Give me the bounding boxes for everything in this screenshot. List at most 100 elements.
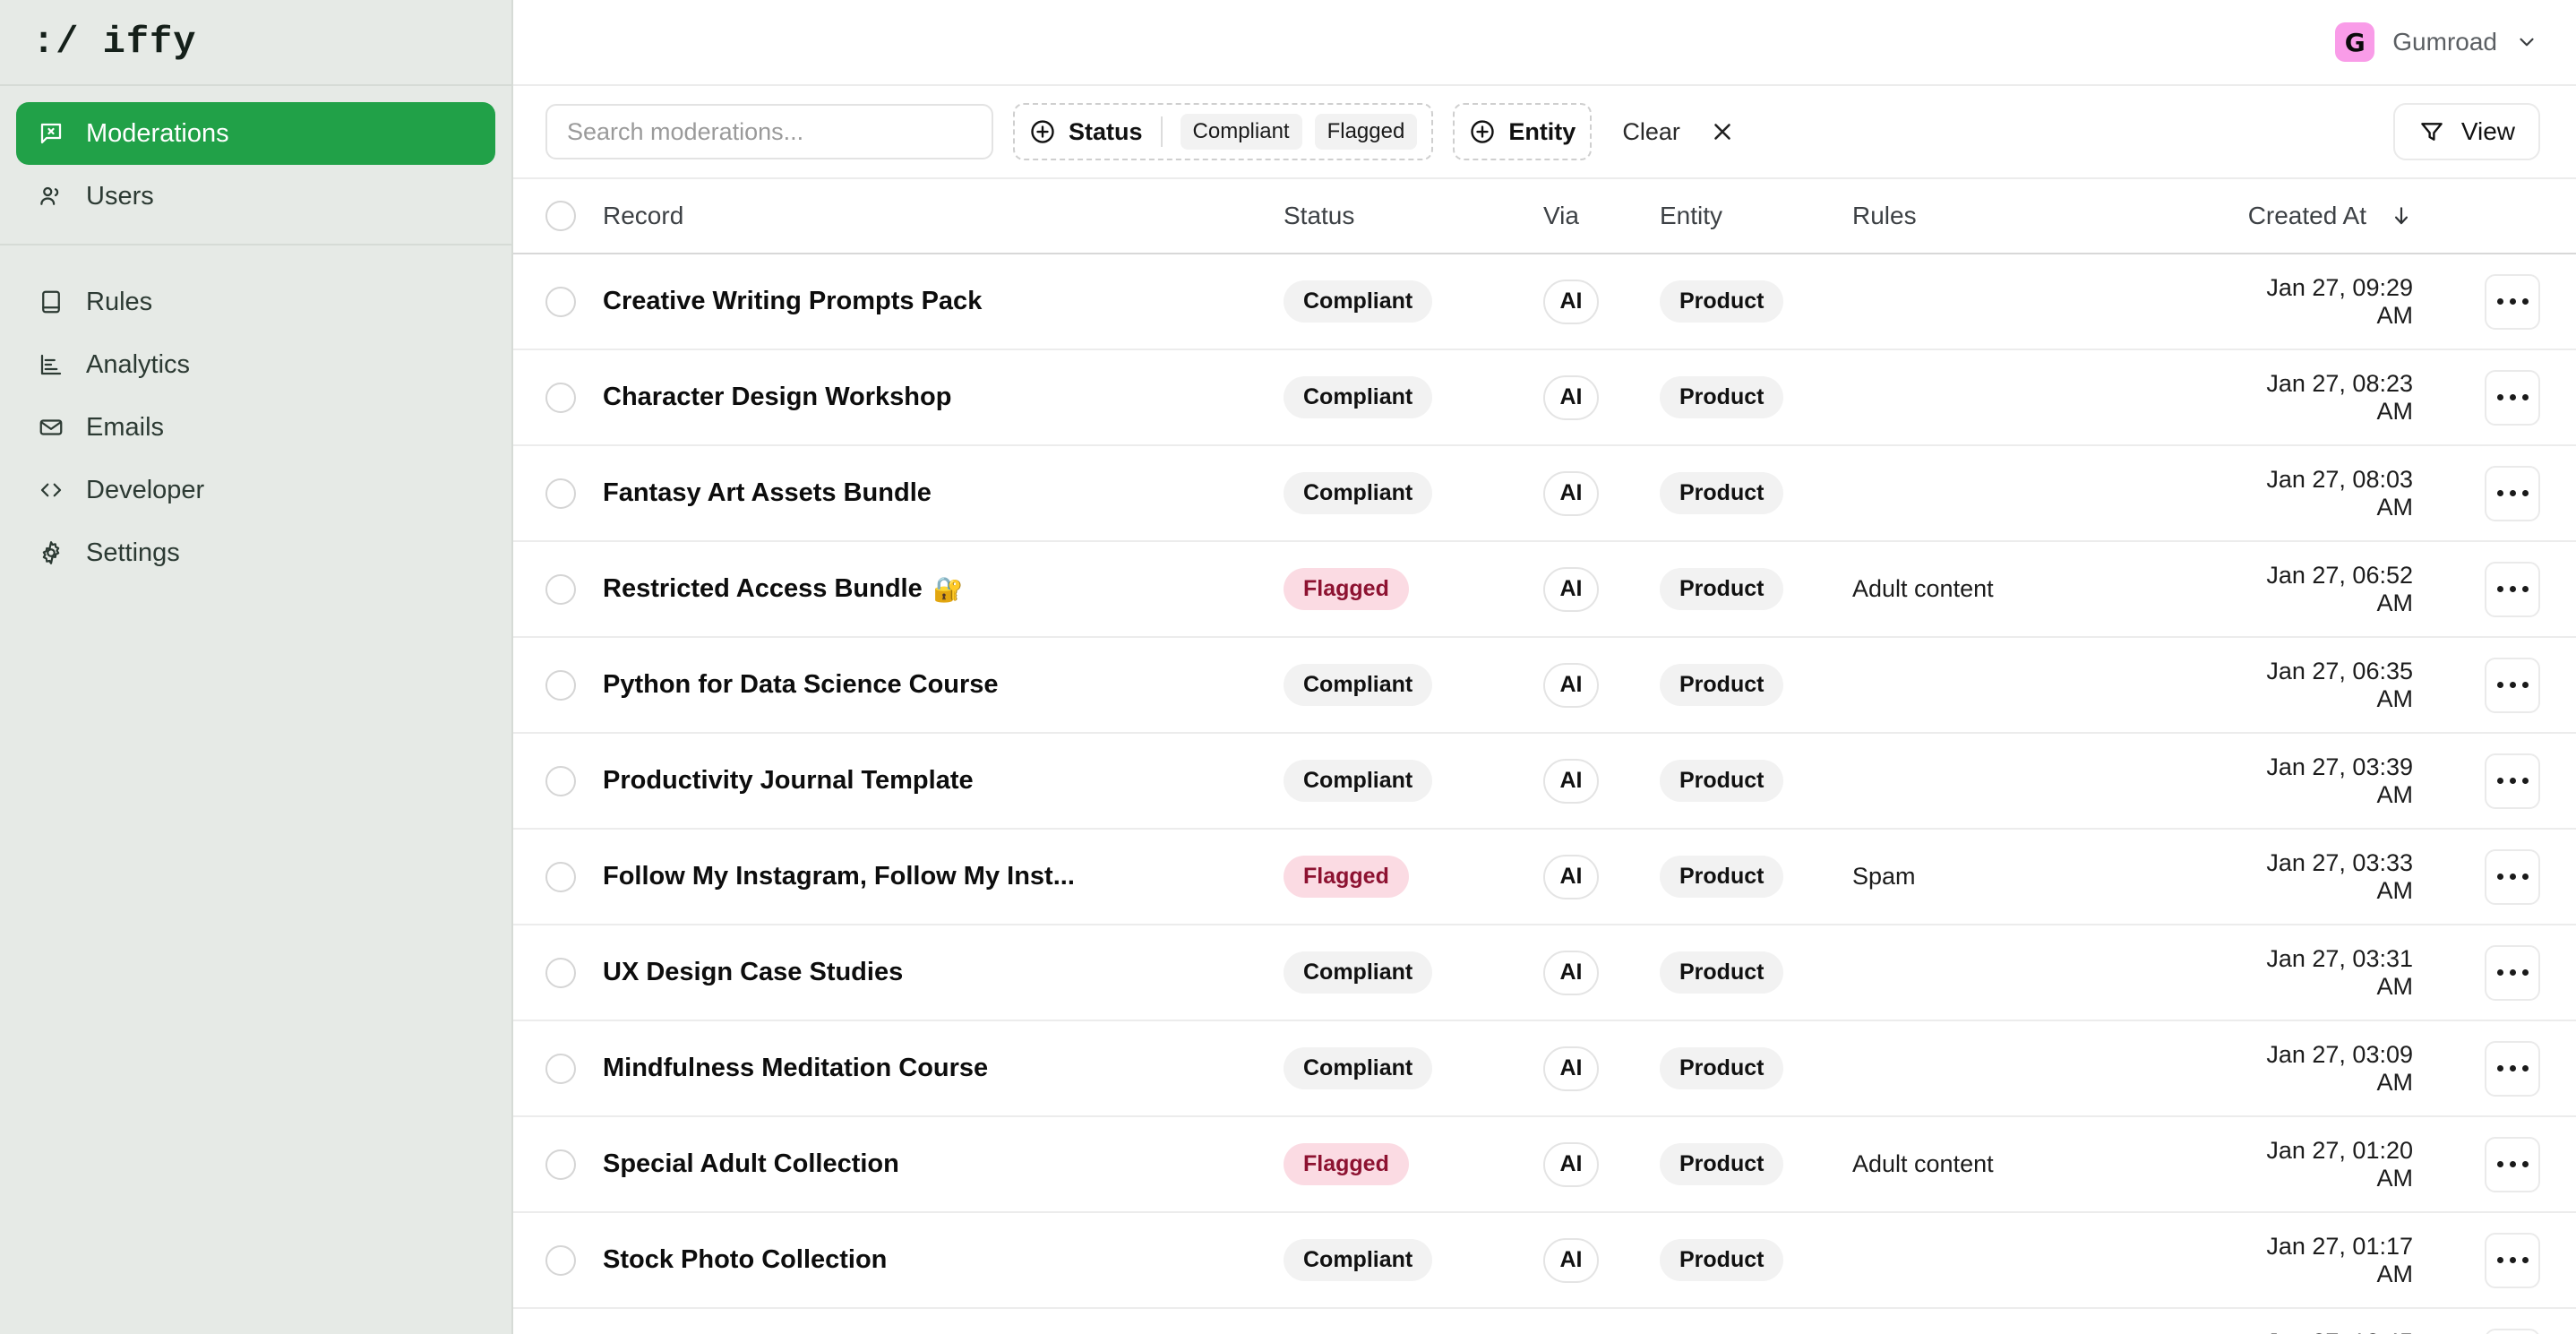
record-cell[interactable]: Special Adult Collection	[603, 1149, 1284, 1179]
record-cell[interactable]: Productivity Journal Template	[603, 766, 1284, 796]
clear-filters-button[interactable]: Clear	[1619, 118, 1684, 146]
table-row[interactable]: Restricted Access Bundle 🔐 Flagged AI Produc…	[513, 542, 2576, 638]
record-title: Stock Photo Collection	[603, 1245, 888, 1274]
table-row[interactable]: Fantasy Art Assets Bundle Compliant AI Prod…	[513, 446, 2576, 542]
row-select-cell	[545, 765, 603, 796]
top-bar: G Gumroad	[513, 0, 2576, 86]
brand-logo[interactable]: :/ iffy	[0, 0, 511, 86]
status-chip-flagged[interactable]: Flagged	[1314, 114, 1418, 150]
via-cell: AI	[1543, 470, 1660, 516]
ellipsis-icon[interactable]	[2485, 1328, 2540, 1334]
column-header-entity[interactable]: Entity	[1660, 202, 1852, 230]
via-cell: AI	[1543, 758, 1660, 804]
table-row[interactable]: Creative Writing Prompts Pack Compliant AI…	[513, 254, 2576, 350]
row-select-cell	[545, 573, 603, 605]
record-cell[interactable]: Follow My Instagram, Follow My Inst...	[603, 862, 1284, 891]
table-row[interactable]: Special Adult Collection Flagged AI Product…	[513, 1117, 2576, 1213]
row-checkbox[interactable]	[545, 286, 576, 317]
entity-cell: Product	[1660, 1239, 1852, 1281]
record-name: Stock Photo Collection	[603, 1245, 1284, 1275]
account-menu[interactable]: G Gumroad	[2335, 22, 2538, 62]
ellipsis-icon[interactable]	[2485, 657, 2540, 713]
record-cell[interactable]: Stock Photo Collection	[603, 1245, 1284, 1275]
created-at-cell: Jan 27, 08:03 AM	[2228, 466, 2463, 521]
record-cell[interactable]: UX Design Case Studies	[603, 958, 1284, 987]
select-all-checkbox[interactable]	[545, 201, 576, 231]
sidebar-item-developer[interactable]: Developer	[16, 459, 495, 521]
table-row[interactable]: Productivity Journal Template Compliant AI…	[513, 734, 2576, 830]
column-header-status[interactable]: Status	[1284, 202, 1543, 230]
sidebar-item-moderations[interactable]: Moderations	[16, 102, 495, 165]
ellipsis-icon[interactable]	[2485, 273, 2540, 330]
status-cell: Compliant	[1284, 280, 1543, 323]
ellipsis-icon[interactable]	[2485, 561, 2540, 617]
ellipsis-icon[interactable]	[2485, 753, 2540, 809]
status-cell: Compliant	[1284, 1239, 1543, 1281]
entity-badge: Product	[1660, 376, 1784, 418]
ellipsis-icon[interactable]	[2485, 1232, 2540, 1288]
table-row[interactable]: Follow My Instagram, Follow My Inst... Fl…	[513, 830, 2576, 925]
via-badge: AI	[1543, 758, 1599, 804]
table-body: Creative Writing Prompts Pack Compliant AI…	[513, 254, 2576, 1334]
sidebar-item-rules[interactable]: Rules	[16, 271, 495, 333]
ellipsis-icon[interactable]	[2485, 1136, 2540, 1192]
record-name: Python for Data Science Course	[603, 670, 1284, 700]
search-input[interactable]	[567, 117, 972, 146]
status-chip-compliant[interactable]: Compliant	[1180, 114, 1302, 150]
row-checkbox[interactable]	[545, 861, 576, 892]
record-cell[interactable]: Creative Writing Prompts Pack	[603, 287, 1284, 316]
row-checkbox[interactable]	[545, 669, 576, 701]
record-cell[interactable]: Character Design Workshop	[603, 383, 1284, 412]
table-row[interactable]: Mindfulness Meditation Course Compliant AI…	[513, 1021, 2576, 1117]
record-name: Creative Writing Prompts Pack	[603, 287, 1284, 316]
ellipsis-icon[interactable]	[2485, 465, 2540, 521]
users-icon	[36, 181, 66, 211]
entity-badge: Product	[1660, 280, 1784, 323]
record-title: Special Adult Collection	[603, 1149, 899, 1178]
record-cell[interactable]: Python for Data Science Course	[603, 670, 1284, 700]
row-checkbox[interactable]	[545, 765, 576, 796]
close-x-icon[interactable]	[1709, 118, 1736, 145]
ellipsis-icon[interactable]	[2485, 369, 2540, 426]
row-checkbox[interactable]	[545, 1244, 576, 1276]
column-header-via[interactable]: Via	[1543, 202, 1660, 230]
sidebar-item-analytics[interactable]: Analytics	[16, 333, 495, 396]
created-at-cell: Jan 27, 01:17 AM	[2228, 1233, 2463, 1288]
record-cell[interactable]: Fantasy Art Assets Bundle	[603, 478, 1284, 508]
created-at-text: Jan 27, 01:20 AM	[2266, 1136, 2413, 1192]
record-title: Mindfulness Meditation Course	[603, 1054, 989, 1082]
ellipsis-icon[interactable]	[2485, 848, 2540, 905]
account-name: Gumroad	[2392, 28, 2497, 56]
entity-filter[interactable]: Entity	[1453, 103, 1593, 160]
row-checkbox[interactable]	[545, 957, 576, 988]
sidebar-nav-primary: Moderations Users	[0, 86, 511, 244]
table-row[interactable]: Game Asset Mega BundleCompliantAIProduct…	[513, 1309, 2576, 1334]
row-checkbox[interactable]	[545, 382, 576, 413]
record-cell[interactable]: Mindfulness Meditation Course	[603, 1054, 1284, 1083]
status-filter[interactable]: Status Compliant Flagged	[1013, 103, 1434, 160]
column-header-record[interactable]: Record	[603, 202, 1284, 230]
column-header-rules[interactable]: Rules	[1852, 202, 2228, 230]
row-checkbox[interactable]	[545, 573, 576, 605]
record-name: Fantasy Art Assets Bundle	[603, 478, 1284, 508]
ellipsis-icon[interactable]	[2485, 1040, 2540, 1097]
row-checkbox[interactable]	[545, 478, 576, 509]
ellipsis-icon[interactable]	[2485, 944, 2540, 1001]
sidebar-item-settings[interactable]: Settings	[16, 521, 495, 584]
row-checkbox[interactable]	[545, 1149, 576, 1180]
record-name: Character Design Workshop	[603, 383, 1284, 412]
record-title: Productivity Journal Template	[603, 766, 974, 795]
entity-cell: Product	[1660, 1047, 1852, 1089]
table-row[interactable]: UX Design Case Studies Compliant AI Product…	[513, 925, 2576, 1021]
row-checkbox[interactable]	[545, 1053, 576, 1084]
view-button[interactable]: View	[2392, 103, 2540, 160]
sidebar-item-users[interactable]: Users	[16, 165, 495, 228]
created-at-cell: Jan 27, 01:20 AM	[2228, 1137, 2463, 1192]
table-row[interactable]: Python for Data Science Course Compliant A…	[513, 638, 2576, 734]
record-cell[interactable]: Restricted Access Bundle 🔐	[603, 574, 1284, 604]
table-row[interactable]: Stock Photo Collection Compliant AI Product…	[513, 1213, 2576, 1309]
column-header-created-at[interactable]: Created At	[2228, 202, 2463, 230]
sidebar-item-emails[interactable]: Emails	[16, 396, 495, 459]
table-row[interactable]: Character Design Workshop Compliant AI Prod…	[513, 350, 2576, 446]
search-box[interactable]	[545, 104, 993, 159]
